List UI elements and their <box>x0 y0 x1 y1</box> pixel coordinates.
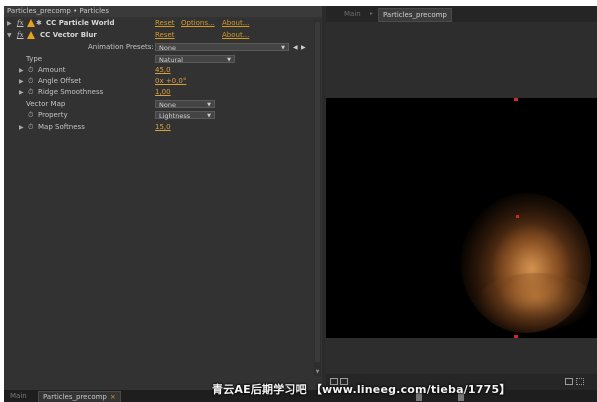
gear-icon: ✱ <box>36 19 42 27</box>
param-label: Property <box>38 111 68 119</box>
transparency-grid-icon[interactable] <box>576 378 584 385</box>
chevron-down-icon: ▼ <box>207 102 211 108</box>
viewer-tab-bar: Main ▸ Particles_precomp <box>326 6 597 22</box>
expand-triangle-icon[interactable]: ▶ <box>7 18 12 29</box>
warning-icon <box>27 31 35 39</box>
effect-row-particle-world[interactable]: ▶ fx ✱ CC Particle World Reset Options..… <box>4 18 318 29</box>
stopwatch-icon[interactable]: ⏱ <box>28 87 33 98</box>
param-label: Amount <box>38 66 66 74</box>
particle-base <box>476 273 596 333</box>
expand-triangle-icon[interactable]: ▶ <box>19 76 24 87</box>
close-icon[interactable]: × <box>110 393 116 401</box>
tab-particles-precomp[interactable]: Particles_precomp <box>378 8 452 22</box>
param-row-vector-map: Vector Map None ▼ <box>4 99 318 110</box>
stopwatch-icon[interactable]: ⏱ <box>28 110 33 121</box>
stopwatch-icon[interactable]: ⏱ <box>28 76 33 87</box>
param-row-angle-offset: ▶ ⏱ Angle Offset 0x +0,0° <box>4 76 318 87</box>
composition-viewer: Main ▸ Particles_precomp <box>326 6 597 390</box>
tab-main[interactable]: Main <box>340 8 365 20</box>
animation-presets-row: Animation Presets: None ▼ ◀ ▶ <box>4 42 318 53</box>
animation-presets-label: Animation Presets: <box>88 43 154 51</box>
angle-offset-value[interactable]: 0x +0,0° <box>155 76 186 87</box>
chevron-down-icon: ▼ <box>207 113 211 119</box>
timeline-tab-label: Particles_precomp <box>43 393 107 401</box>
property-dropdown[interactable]: Lightness ▼ <box>155 111 215 120</box>
prev-preset-icon[interactable]: ◀ <box>293 42 298 53</box>
layer-handle-top[interactable] <box>514 98 518 101</box>
effect-name: CC Vector Blur <box>40 31 97 39</box>
effect-name: CC Particle World <box>46 19 115 27</box>
tab-separator-icon: ▸ <box>370 10 374 17</box>
param-label: Vector Map <box>26 100 66 108</box>
dropdown-value: None <box>159 101 176 109</box>
scrollbar-thumb[interactable] <box>315 22 320 362</box>
collapse-triangle-icon[interactable]: ▼ <box>7 30 12 41</box>
param-row-amount: ▶ ⏱ Amount 45,0 <box>4 65 318 76</box>
dropdown-value: Natural <box>159 56 183 64</box>
next-preset-icon[interactable]: ▶ <box>301 42 306 53</box>
param-label: Ridge Smoothness <box>38 88 104 96</box>
param-row-map-softness: ▶ ⏱ Map Softness 15,0 <box>4 122 318 133</box>
after-effects-window: Particles_precomp • Particles ▶ fx ✱ CC … <box>4 6 597 402</box>
animation-presets-dropdown[interactable]: None ▼ <box>155 43 289 52</box>
warning-icon <box>27 19 35 27</box>
amount-value[interactable]: 45,0 <box>155 65 171 76</box>
reset-link[interactable]: Reset <box>155 30 175 41</box>
about-link[interactable]: About... <box>222 18 249 29</box>
composition-canvas[interactable] <box>326 98 597 338</box>
type-dropdown[interactable]: Natural ▼ <box>155 55 235 64</box>
scroll-down-icon[interactable]: ▼ <box>314 369 321 376</box>
effect-controls-panel: Particles_precomp • Particles ▶ fx ✱ CC … <box>4 6 322 390</box>
about-link[interactable]: About... <box>222 30 249 41</box>
param-row-type: Type Natural ▼ <box>4 54 318 65</box>
map-softness-value[interactable]: 15,0 <box>155 122 171 133</box>
vector-map-dropdown[interactable]: None ▼ <box>155 100 215 109</box>
layer-handle-bottom[interactable] <box>514 335 518 338</box>
effect-controls-title: Particles_precomp • Particles <box>4 6 322 17</box>
anchor-point-handle[interactable] <box>516 215 519 218</box>
param-row-property: ⏱ Property Lightness ▼ <box>4 110 318 121</box>
options-link[interactable]: Options... <box>181 18 215 29</box>
timeline-tab-main[interactable]: Main <box>6 391 31 401</box>
dropdown-value: Lightness <box>159 112 191 120</box>
fx-toggle-icon[interactable]: fx <box>17 30 24 41</box>
expand-triangle-icon[interactable]: ▶ <box>19 122 24 133</box>
stopwatch-icon[interactable]: ⏱ <box>28 65 33 76</box>
expand-triangle-icon[interactable]: ▶ <box>19 87 24 98</box>
fx-toggle-icon[interactable]: fx <box>17 18 24 29</box>
grid-icon[interactable] <box>565 378 573 385</box>
stopwatch-icon[interactable]: ⏱ <box>28 122 33 133</box>
reset-link[interactable]: Reset <box>155 18 175 29</box>
param-label: Angle Offset <box>38 77 82 85</box>
expand-triangle-icon[interactable]: ▶ <box>19 65 24 76</box>
chevron-down-icon: ▼ <box>281 45 285 51</box>
chevron-down-icon: ▼ <box>227 57 231 63</box>
watermark: 青云AE后期学习吧 【www.lineeg.com/tieba/1775】 <box>212 383 511 396</box>
param-label: Map Softness <box>38 123 85 131</box>
effect-controls-scrollbar[interactable]: ▼ <box>314 20 321 376</box>
timeline-tab-particles-precomp[interactable]: Particles_precomp × <box>38 391 121 402</box>
ridge-smoothness-value[interactable]: 1,00 <box>155 87 171 98</box>
param-row-ridge-smoothness: ▶ ⏱ Ridge Smoothness 1,00 <box>4 87 318 98</box>
param-label: Type <box>26 55 43 63</box>
dropdown-value: None <box>159 44 176 52</box>
effect-row-vector-blur[interactable]: ▼ fx CC Vector Blur Reset About... <box>4 30 318 41</box>
